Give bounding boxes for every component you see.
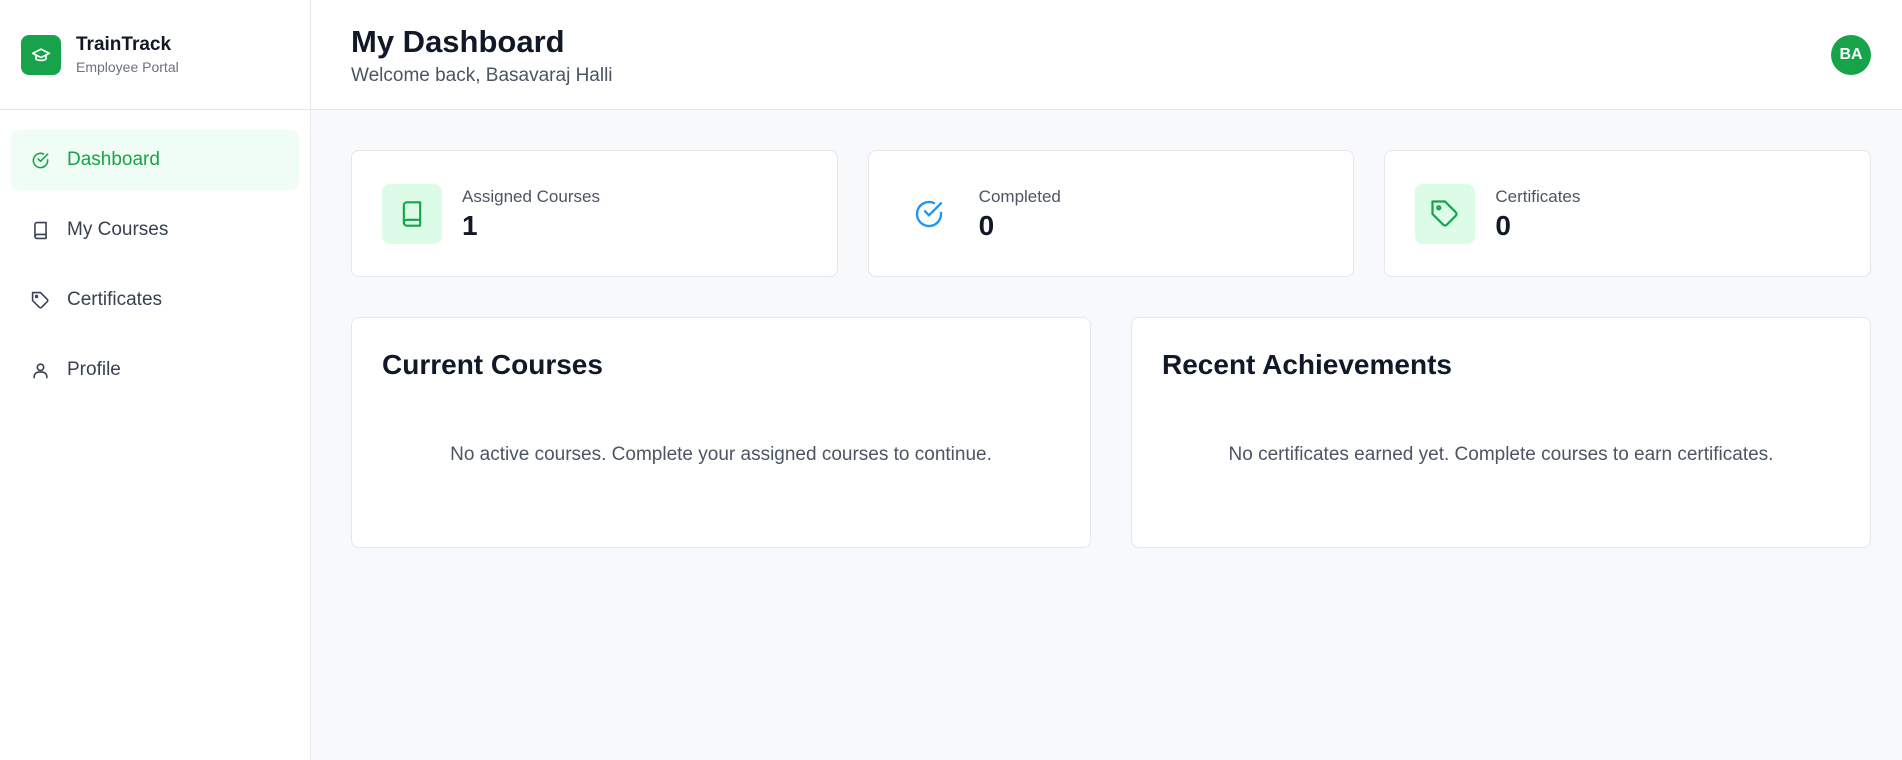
brand-name: TrainTrack (76, 34, 172, 55)
stat-label: Assigned Courses (462, 186, 600, 206)
panel-title: Recent Achievements (1162, 349, 1452, 380)
brand-subtitle: Employee Portal (76, 59, 179, 75)
sidebar-item-certificates[interactable]: Certificates (11, 270, 299, 330)
tag-icon (30, 290, 50, 310)
avatar[interactable]: BA (1831, 34, 1871, 75)
sidebar-item-label: Dashboard (67, 149, 160, 170)
current-courses-panel: Current Courses No active courses. Compl… (351, 317, 1091, 548)
stat-card-certificates: Certificates 0 (1384, 150, 1872, 277)
stat-label: Certificates (1495, 186, 1581, 206)
book-icon (30, 220, 50, 240)
book-icon (382, 183, 442, 244)
sidebar-item-dashboard[interactable]: Dashboard (11, 130, 299, 190)
sidebar-item-my-courses[interactable]: My Courses (11, 200, 299, 260)
user-icon (30, 360, 50, 380)
check-circle-icon (30, 150, 50, 170)
app-root: TrainTrack Employee Portal Dashboard My … (0, 0, 1902, 760)
sidebar-item-label: Profile (67, 359, 121, 380)
panels-row: Current Courses No active courses. Compl… (351, 317, 1871, 548)
sidebar-item-label: Certificates (67, 289, 163, 310)
check-circle-icon (899, 184, 959, 244)
dashboard-content: Assigned Courses 1 Completed 0 Certifica… (311, 110, 1902, 548)
recent-achievements-panel: Recent Achievements No certificates earn… (1131, 317, 1871, 548)
empty-state-text: No active courses. Complete your assigne… (450, 444, 992, 465)
main: My Dashboard Welcome back, Basavaraj Hal… (311, 0, 1902, 760)
stats-row: Assigned Courses 1 Completed 0 Certifica… (351, 150, 1872, 277)
tag-icon (1415, 183, 1476, 244)
sidebar-item-profile[interactable]: Profile (11, 340, 299, 400)
empty-state-text: No certificates earned yet. Complete cou… (1228, 444, 1774, 465)
stat-card-assigned-courses: Assigned Courses 1 (351, 150, 838, 277)
welcome-text: Welcome back, Basavaraj Halli (351, 64, 613, 86)
stat-value: 1 (462, 209, 478, 241)
graduation-cap-icon (21, 34, 61, 75)
stat-card-completed: Completed 0 (867, 150, 1355, 277)
stat-label: Completed (978, 186, 1061, 206)
panel-title: Current Courses (382, 349, 603, 380)
sidebar: TrainTrack Employee Portal Dashboard My … (0, 0, 311, 760)
brand: TrainTrack Employee Portal (0, 0, 310, 110)
top-bar: My Dashboard Welcome back, Basavaraj Hal… (311, 0, 1902, 110)
stat-value: 0 (978, 209, 995, 241)
page-title: My Dashboard (351, 23, 565, 59)
sidebar-nav: Dashboard My Courses Certificates Profil… (0, 110, 310, 400)
sidebar-item-label: My Courses (67, 219, 169, 240)
stat-value: 0 (1495, 209, 1511, 241)
